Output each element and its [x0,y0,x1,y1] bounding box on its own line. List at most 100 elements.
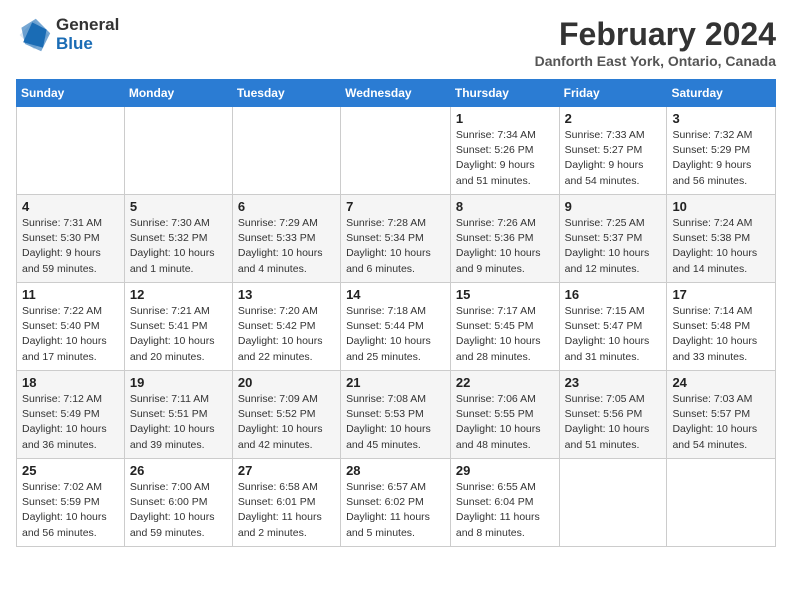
day-info: Sunrise: 6:55 AM Sunset: 6:04 PM Dayligh… [456,480,554,541]
calendar-cell: 5Sunrise: 7:30 AM Sunset: 5:32 PM Daylig… [124,195,232,283]
day-number: 17 [672,287,770,302]
calendar-cell: 12 Sunrise: 7:21 AM Sunset: 5:41 PM Dayli… [124,283,232,371]
weekday-header-saturday: Saturday [667,80,776,107]
day-number: 29 [456,463,554,478]
calendar-cell: 17 Sunrise: 7:14 AM Sunset: 5:48 PM Dayli… [667,283,776,371]
calendar-cell: 20Sunrise: 7:09 AM Sunset: 5:52 PM Dayli… [232,371,340,459]
day-info: Sunrise: 7:28 AM Sunset: 5:34 PM Dayligh… [346,216,445,277]
day-info: Sunrise: 7:12 AM Sunset: 5:49 PM Dayligh… [22,392,119,453]
day-info: Sunrise: 7:32 AM Sunset: 5:29 PM Dayligh… [672,128,770,189]
calendar-cell: 27 Sunrise: 6:58 AM Sunset: 6:01 PM Dayli… [232,459,340,547]
calendar-cell: 2Sunrise: 7:33 AM Sunset: 5:27 PM Daylig… [559,107,667,195]
calendar-cell [667,459,776,547]
calendar-cell: 28 Sunrise: 6:57 AM Sunset: 6:02 PM Dayli… [341,459,451,547]
day-number: 7 [346,199,445,214]
day-info: Sunrise: 6:58 AM Sunset: 6:01 PM Dayligh… [238,480,335,541]
day-info: Sunrise: 7:06 AM Sunset: 5:55 PM Dayligh… [456,392,554,453]
calendar-cell: 13 Sunrise: 7:20 AM Sunset: 5:42 PM Dayli… [232,283,340,371]
weekday-header-wednesday: Wednesday [341,80,451,107]
calendar-cell: 9Sunrise: 7:25 AM Sunset: 5:37 PM Daylig… [559,195,667,283]
calendar-cell: 3 Sunrise: 7:32 AM Sunset: 5:29 PM Daylig… [667,107,776,195]
day-info: Sunrise: 7:29 AM Sunset: 5:33 PM Dayligh… [238,216,335,277]
day-info: Sunrise: 6:57 AM Sunset: 6:02 PM Dayligh… [346,480,445,541]
day-info: Sunrise: 7:05 AM Sunset: 5:56 PM Dayligh… [565,392,662,453]
calendar-cell: 14 Sunrise: 7:18 AM Sunset: 5:44 PM Dayli… [341,283,451,371]
day-info: Sunrise: 7:22 AM Sunset: 5:40 PM Dayligh… [22,304,119,365]
day-number: 2 [565,111,662,126]
day-info: Sunrise: 7:31 AM Sunset: 5:30 PM Dayligh… [22,216,119,277]
calendar-cell: 29 Sunrise: 6:55 AM Sunset: 6:04 PM Dayli… [450,459,559,547]
day-number: 9 [565,199,662,214]
day-number: 21 [346,375,445,390]
day-number: 13 [238,287,335,302]
calendar-cell [559,459,667,547]
day-number: 12 [130,287,227,302]
day-info: Sunrise: 7:30 AM Sunset: 5:32 PM Dayligh… [130,216,227,277]
calendar-cell: 21 Sunrise: 7:08 AM Sunset: 5:53 PM Dayli… [341,371,451,459]
day-info: Sunrise: 7:17 AM Sunset: 5:45 PM Dayligh… [456,304,554,365]
calendar-cell: 19 Sunrise: 7:11 AM Sunset: 5:51 PM Dayli… [124,371,232,459]
day-number: 15 [456,287,554,302]
weekday-header-row: SundayMondayTuesdayWednesdayThursdayFrid… [17,80,776,107]
day-number: 23 [565,375,662,390]
weekday-header-friday: Friday [559,80,667,107]
day-info: Sunrise: 7:11 AM Sunset: 5:51 PM Dayligh… [130,392,227,453]
page-header: General Blue February 2024 Danforth East… [16,16,776,69]
calendar-cell [341,107,451,195]
title-area: February 2024 Danforth East York, Ontari… [535,16,776,69]
day-info: Sunrise: 7:15 AM Sunset: 5:47 PM Dayligh… [565,304,662,365]
logo-icon [16,17,52,53]
calendar-cell: 1 Sunrise: 7:34 AM Sunset: 5:26 PM Daylig… [450,107,559,195]
day-number: 11 [22,287,119,302]
day-info: Sunrise: 7:00 AM Sunset: 6:00 PM Dayligh… [130,480,227,541]
calendar-cell [124,107,232,195]
day-number: 14 [346,287,445,302]
day-info: Sunrise: 7:24 AM Sunset: 5:38 PM Dayligh… [672,216,770,277]
day-number: 27 [238,463,335,478]
day-number: 8 [456,199,554,214]
calendar-cell: 22 Sunrise: 7:06 AM Sunset: 5:55 PM Dayli… [450,371,559,459]
weekday-header-thursday: Thursday [450,80,559,107]
day-info: Sunrise: 7:18 AM Sunset: 5:44 PM Dayligh… [346,304,445,365]
day-number: 10 [672,199,770,214]
logo-text: General Blue [56,16,119,53]
calendar-cell: 15 Sunrise: 7:17 AM Sunset: 5:45 PM Dayli… [450,283,559,371]
calendar-cell: 18Sunrise: 7:12 AM Sunset: 5:49 PM Dayli… [17,371,125,459]
day-number: 16 [565,287,662,302]
day-info: Sunrise: 7:08 AM Sunset: 5:53 PM Dayligh… [346,392,445,453]
calendar-week-row: 25 Sunrise: 7:02 AM Sunset: 5:59 PM Dayli… [17,459,776,547]
calendar-cell: 10 Sunrise: 7:24 AM Sunset: 5:38 PM Dayli… [667,195,776,283]
day-number: 26 [130,463,227,478]
location: Danforth East York, Ontario, Canada [535,53,776,69]
weekday-header-monday: Monday [124,80,232,107]
day-info: Sunrise: 7:14 AM Sunset: 5:48 PM Dayligh… [672,304,770,365]
day-number: 28 [346,463,445,478]
calendar-cell: 4 Sunrise: 7:31 AM Sunset: 5:30 PM Daylig… [17,195,125,283]
calendar-week-row: 1 Sunrise: 7:34 AM Sunset: 5:26 PM Daylig… [17,107,776,195]
calendar-cell: 16 Sunrise: 7:15 AM Sunset: 5:47 PM Dayli… [559,283,667,371]
day-number: 3 [672,111,770,126]
day-info: Sunrise: 7:21 AM Sunset: 5:41 PM Dayligh… [130,304,227,365]
calendar-cell: 6 Sunrise: 7:29 AM Sunset: 5:33 PM Daylig… [232,195,340,283]
day-info: Sunrise: 7:03 AM Sunset: 5:57 PM Dayligh… [672,392,770,453]
day-number: 6 [238,199,335,214]
day-number: 1 [456,111,554,126]
month-title: February 2024 [535,16,776,53]
day-number: 22 [456,375,554,390]
day-number: 20 [238,375,335,390]
calendar-cell: 11 Sunrise: 7:22 AM Sunset: 5:40 PM Dayli… [17,283,125,371]
calendar-week-row: 11 Sunrise: 7:22 AM Sunset: 5:40 PM Dayli… [17,283,776,371]
calendar-cell [17,107,125,195]
calendar-cell: 23 Sunrise: 7:05 AM Sunset: 5:56 PM Dayli… [559,371,667,459]
day-info: Sunrise: 7:26 AM Sunset: 5:36 PM Dayligh… [456,216,554,277]
day-info: Sunrise: 7:02 AM Sunset: 5:59 PM Dayligh… [22,480,119,541]
day-info: Sunrise: 7:20 AM Sunset: 5:42 PM Dayligh… [238,304,335,365]
calendar-cell: 8 Sunrise: 7:26 AM Sunset: 5:36 PM Daylig… [450,195,559,283]
calendar-cell: 24Sunrise: 7:03 AM Sunset: 5:57 PM Dayli… [667,371,776,459]
calendar-cell [232,107,340,195]
weekday-header-sunday: Sunday [17,80,125,107]
day-number: 19 [130,375,227,390]
day-number: 25 [22,463,119,478]
day-info: Sunrise: 7:34 AM Sunset: 5:26 PM Dayligh… [456,128,554,189]
day-number: 4 [22,199,119,214]
